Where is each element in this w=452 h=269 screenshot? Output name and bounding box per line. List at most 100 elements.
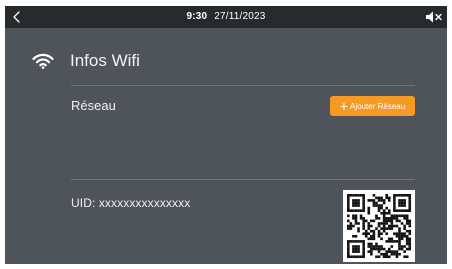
qr-module	[362, 232, 365, 236]
qr-module	[354, 204, 358, 207]
qr-module	[395, 252, 399, 256]
qr-module	[393, 199, 396, 202]
qr-module	[349, 227, 353, 230]
qr-module	[370, 229, 373, 233]
qr-module	[398, 219, 401, 223]
qr-module	[390, 240, 394, 243]
qr-module	[357, 194, 360, 197]
qr-module	[367, 224, 371, 228]
qr-module	[382, 227, 386, 230]
qr-module	[400, 245, 404, 248]
qr-module	[357, 229, 360, 233]
qr-module	[380, 237, 383, 241]
qr-module	[352, 217, 355, 220]
qr-module	[403, 199, 406, 202]
qr-module	[393, 232, 396, 236]
qr-module	[370, 224, 373, 228]
qr-module	[387, 217, 391, 220]
qr-module	[354, 234, 358, 238]
qr-module	[362, 196, 365, 200]
qr-module	[395, 250, 399, 253]
qr-module	[395, 232, 399, 236]
qr-module	[408, 237, 412, 241]
qr-module	[347, 219, 350, 223]
qr-module	[364, 234, 368, 238]
qr-module	[390, 217, 394, 220]
add-network-button[interactable]: + Ajouter Réseau	[330, 96, 415, 116]
qr-module	[367, 245, 371, 248]
qr-module	[385, 219, 389, 223]
qr-module	[370, 252, 373, 256]
qr-module	[347, 247, 350, 251]
qr-module	[349, 194, 353, 197]
qr-module	[347, 201, 350, 205]
qr-module	[367, 232, 371, 236]
qr-module	[367, 242, 371, 246]
qr-module	[375, 247, 378, 251]
qr-module	[398, 252, 401, 256]
qr-module	[362, 227, 365, 230]
qr-module	[390, 214, 394, 218]
qr-module	[393, 252, 396, 256]
qr-module	[398, 234, 401, 238]
qr-module	[362, 252, 365, 256]
qr-module	[393, 204, 396, 207]
qr-module	[403, 255, 406, 259]
qr-module	[377, 250, 381, 253]
qr-module	[347, 250, 350, 253]
qr-module	[380, 222, 383, 225]
qr-module	[385, 194, 389, 197]
qr-module	[375, 227, 378, 230]
network-label: Réseau	[71, 98, 116, 113]
qr-module	[367, 227, 371, 230]
qr-module	[377, 222, 381, 225]
qr-module	[393, 196, 396, 200]
qr-module	[393, 240, 396, 243]
qr-module	[357, 209, 360, 212]
qr-module	[385, 250, 389, 253]
qr-module	[382, 211, 386, 215]
qr-module	[408, 240, 412, 243]
qr-module	[375, 214, 378, 218]
qr-module	[380, 232, 383, 236]
qr-module	[398, 199, 401, 202]
qr-module	[347, 242, 350, 246]
qr-module	[385, 227, 389, 230]
qr-module	[370, 199, 373, 202]
qr-module	[403, 201, 406, 205]
qr-module	[405, 242, 409, 246]
qr-module	[393, 206, 396, 210]
qr-module	[398, 209, 401, 212]
qr-module	[398, 232, 401, 236]
qr-module	[357, 201, 360, 205]
qr-module	[375, 255, 378, 259]
qr-module	[400, 222, 404, 225]
qr-module	[349, 224, 353, 228]
qr-module	[380, 245, 383, 248]
qr-module	[398, 214, 401, 218]
qr-module	[377, 217, 381, 220]
qr-module	[354, 209, 358, 212]
qr-module	[354, 222, 358, 225]
qr-module	[352, 245, 355, 248]
qr-module	[375, 201, 378, 205]
qr-module	[400, 247, 404, 251]
qr-module	[385, 232, 389, 236]
qr-module	[393, 209, 396, 212]
qr-module	[400, 214, 404, 218]
qr-module	[405, 255, 409, 259]
qr-module	[349, 240, 353, 243]
qr-module	[347, 245, 350, 248]
qr-module	[398, 229, 401, 233]
qr-module	[367, 211, 371, 215]
qr-module	[403, 209, 406, 212]
qr-module	[352, 194, 355, 197]
qr-module	[370, 242, 373, 246]
qr-module	[390, 252, 394, 256]
qr-module	[405, 209, 409, 212]
qr-module	[395, 255, 399, 259]
qr-module	[405, 217, 409, 220]
speaker-muted-icon[interactable]	[425, 10, 443, 24]
qr-module	[398, 204, 401, 207]
qr-module	[362, 209, 365, 212]
